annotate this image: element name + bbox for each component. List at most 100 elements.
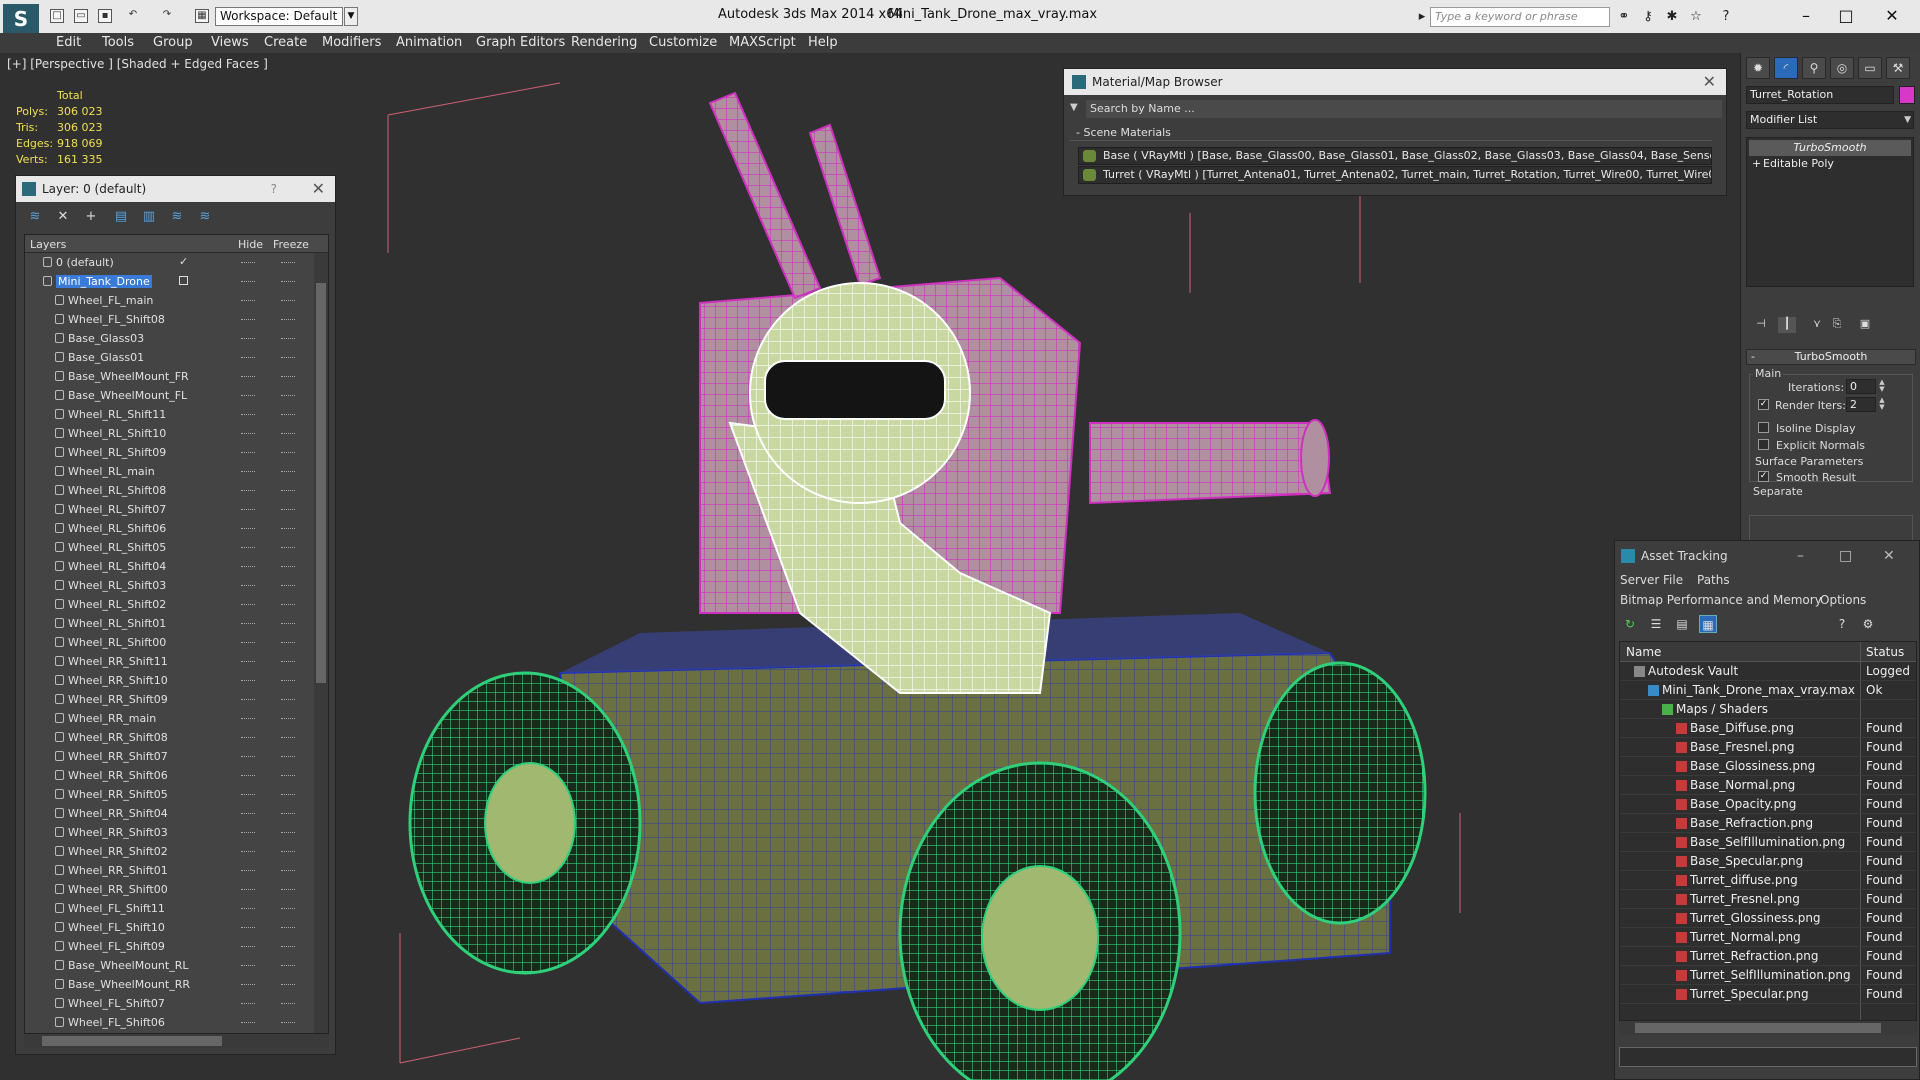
asset-row[interactable]: Base_Refraction.png Found — [1620, 814, 1916, 833]
layer-row[interactable]: Mini_Tank_Drone — [25, 272, 328, 291]
hide-all-layers-icon[interactable]: ≋ — [168, 209, 186, 225]
hide-toggle[interactable] — [241, 471, 255, 473]
make-unique-icon[interactable]: ⋎ — [1808, 317, 1826, 333]
menu-maxscript[interactable]: MAXScript — [729, 35, 796, 50]
menu-graph-editors[interactable]: Graph Editors — [476, 35, 565, 50]
layer-row[interactable]: Wheel_RL_Shift10 — [25, 424, 328, 443]
hide-toggle[interactable] — [241, 452, 255, 454]
show-end-result-icon[interactable]: ┃ — [1778, 317, 1796, 333]
freeze-toggle[interactable] — [281, 338, 295, 340]
material-search-input[interactable]: Search by Name ... — [1086, 100, 1722, 118]
help-icon[interactable]: ? — [1833, 615, 1851, 633]
maximize-icon[interactable]: □ — [1839, 541, 1852, 571]
freeze-toggle[interactable] — [281, 490, 295, 492]
display-tab-icon[interactable]: ▭ — [1858, 57, 1882, 79]
layer-row[interactable]: Wheel_RL_Shift01 — [25, 614, 328, 633]
list-view-icon[interactable]: ☰ — [1647, 615, 1665, 633]
motion-tab-icon[interactable]: ◎ — [1830, 57, 1854, 79]
menu-edit[interactable]: Edit — [56, 35, 81, 50]
freeze-toggle[interactable] — [281, 281, 295, 283]
search-input[interactable]: Type a keyword or phrase — [1430, 7, 1610, 27]
spinner-arrows-icon[interactable]: ▲ ▼ — [1878, 379, 1886, 394]
hide-toggle[interactable] — [241, 965, 255, 967]
freeze-toggle[interactable] — [281, 414, 295, 416]
hide-toggle[interactable] — [241, 680, 255, 682]
freeze-toggle[interactable] — [281, 699, 295, 701]
hide-toggle[interactable] — [241, 813, 255, 815]
minimize-icon[interactable]: – — [1786, 4, 1826, 28]
scroll-thumb[interactable] — [1635, 1023, 1881, 1033]
smooth-result-checkbox[interactable]: ✓ — [1758, 471, 1769, 482]
material-row-base[interactable]: Base ( VRayMtl ) [Base, Base_Glass00, Ba… — [1078, 147, 1712, 165]
menu-customize[interactable]: Customize — [649, 35, 717, 50]
layer-row[interactable]: Wheel_RR_main — [25, 709, 328, 728]
hide-toggle[interactable] — [241, 756, 255, 758]
hide-toggle[interactable] — [241, 376, 255, 378]
freeze-toggle[interactable] — [281, 623, 295, 625]
close-icon[interactable]: ✕ — [1703, 69, 1716, 95]
layer-row[interactable]: Wheel_FL_Shift08 — [25, 310, 328, 329]
freeze-toggle[interactable] — [281, 737, 295, 739]
freeze-toggle[interactable] — [281, 680, 295, 682]
layer-row[interactable]: Base_Glass01 — [25, 348, 328, 367]
modifier-list-dropdown[interactable]: Modifier List ▼ — [1746, 111, 1914, 129]
layer-row[interactable]: Wheel_RR_Shift03 — [25, 823, 328, 842]
freeze-toggle[interactable] — [281, 509, 295, 511]
layer-row[interactable]: Wheel_RR_Shift06 — [25, 766, 328, 785]
asset-row[interactable]: Turret_Normal.png Found — [1620, 928, 1916, 947]
utilities-tab-icon[interactable]: ⚒ — [1886, 57, 1910, 79]
freeze-toggle[interactable] — [281, 908, 295, 910]
key-icon[interactable]: ⚷ — [1640, 9, 1656, 25]
hide-toggle[interactable] — [241, 623, 255, 625]
freeze-toggle[interactable] — [281, 1022, 295, 1024]
expand-plus-icon[interactable]: + — [1752, 156, 1761, 172]
material-row-turret[interactable]: Turret ( VRayMtl ) [Turret_Antena01, Tur… — [1078, 166, 1712, 184]
freeze-toggle[interactable] — [281, 547, 295, 549]
freeze-toggle[interactable] — [281, 775, 295, 777]
layer-row[interactable]: Wheel_RL_Shift11 — [25, 405, 328, 424]
create-tab-icon[interactable]: ✹ — [1746, 57, 1770, 79]
hide-toggle[interactable] — [241, 908, 255, 910]
help-icon[interactable]: ? — [1718, 9, 1734, 25]
layer-row[interactable]: Wheel_FL_Shift07 — [25, 994, 328, 1013]
explicit-normals-checkbox[interactable] — [1758, 439, 1769, 450]
close-icon[interactable]: ✕ — [1883, 541, 1895, 571]
hide-toggle[interactable] — [241, 775, 255, 777]
chevron-down-icon[interactable]: ▼ — [1070, 102, 1078, 113]
app-logo-icon[interactable]: S — [3, 4, 39, 34]
asset-row[interactable]: Turret_diffuse.png Found — [1620, 871, 1916, 890]
asset-row[interactable]: Base_Specular.png Found — [1620, 852, 1916, 871]
object-name-field[interactable]: Turret_Rotation — [1746, 86, 1894, 104]
viewport-label[interactable]: [+] [Perspective ] [Shaded + Edged Faces… — [7, 57, 268, 71]
asset-row[interactable]: Turret_SelfIllumination.png Found — [1620, 966, 1916, 985]
menu-group[interactable]: Group — [153, 35, 193, 50]
minimize-icon[interactable]: – — [1797, 541, 1804, 571]
asset-row[interactable]: Maps / Shaders — [1620, 700, 1916, 719]
layer-row[interactable]: Base_WheelMount_RR — [25, 975, 328, 994]
table-view-icon[interactable]: ▦ — [1699, 615, 1717, 633]
menu-help[interactable]: Help — [808, 35, 838, 50]
scroll-thumb[interactable] — [42, 1036, 222, 1046]
freeze-toggle[interactable] — [281, 357, 295, 359]
layer-row[interactable]: Wheel_RR_Shift08 — [25, 728, 328, 747]
freeze-toggle[interactable] — [281, 870, 295, 872]
layer-row[interactable]: Wheel_RL_Shift04 — [25, 557, 328, 576]
asset-row[interactable]: Base_SelfIllumination.png Found — [1620, 833, 1916, 852]
layer-vertical-scrollbar[interactable] — [314, 253, 328, 1033]
material-browser-titlebar[interactable]: Material/Map Browser ✕ — [1064, 69, 1726, 95]
menu-views[interactable]: Views — [211, 35, 249, 50]
menu-tools[interactable]: Tools — [102, 35, 134, 50]
hide-toggle[interactable] — [241, 699, 255, 701]
close-icon[interactable]: ✕ — [312, 176, 325, 202]
freeze-toggle[interactable] — [281, 661, 295, 663]
asset-row[interactable]: Turret_Refraction.png Found — [1620, 947, 1916, 966]
set-current-layer-icon[interactable] — [179, 276, 188, 285]
hide-toggle[interactable] — [241, 927, 255, 929]
hide-toggle[interactable] — [241, 281, 255, 283]
hide-toggle[interactable] — [241, 851, 255, 853]
favorites-star-icon[interactable]: ☆ — [1688, 9, 1704, 25]
asset-menu-file[interactable]: File — [1663, 573, 1683, 587]
modify-tab-icon[interactable]: ◜ — [1774, 57, 1798, 79]
freeze-toggle[interactable] — [281, 395, 295, 397]
freeze-toggle[interactable] — [281, 300, 295, 302]
